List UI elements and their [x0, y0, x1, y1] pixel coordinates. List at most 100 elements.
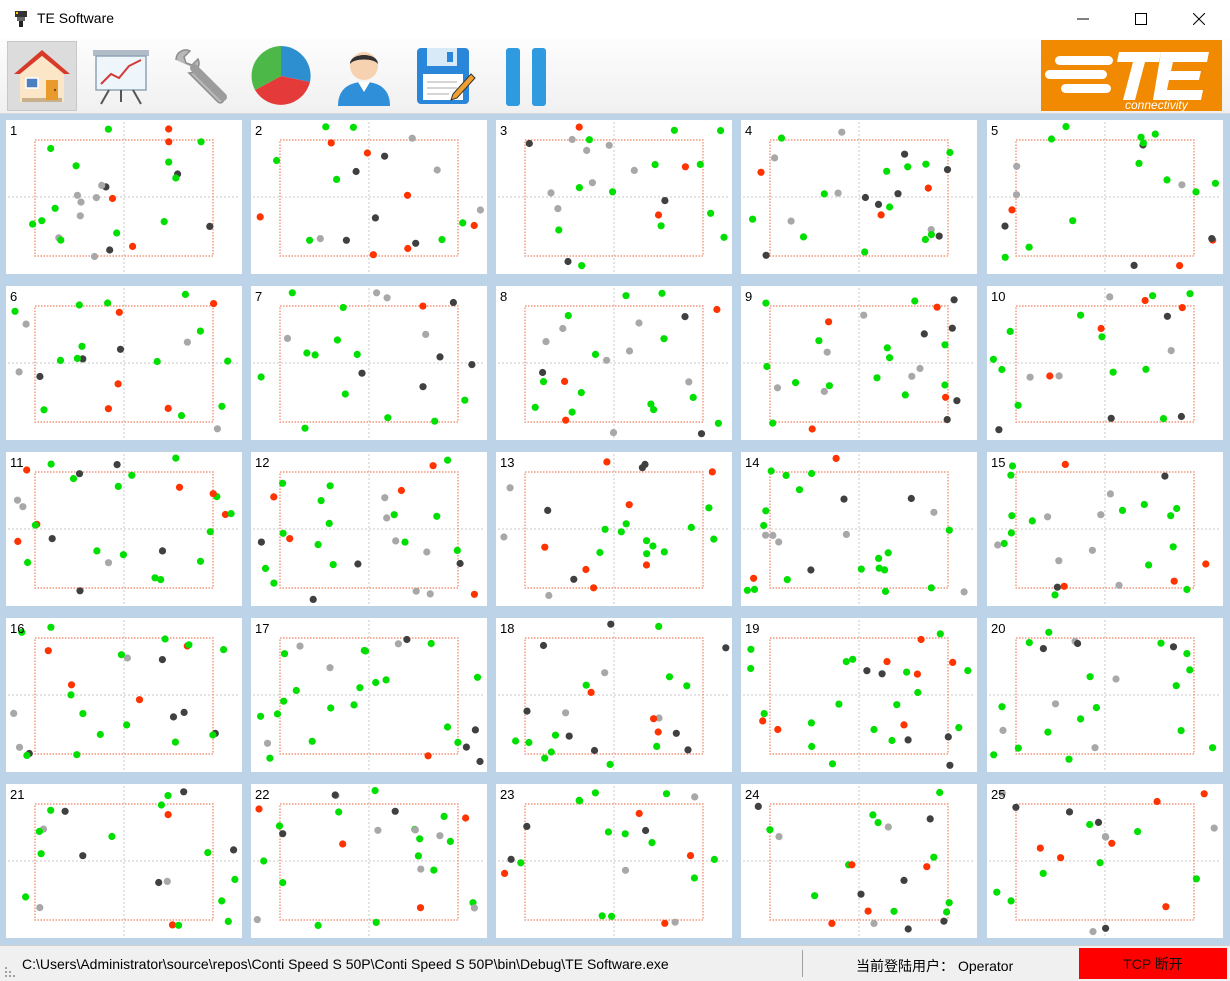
data-point [424, 752, 432, 760]
close-button[interactable] [1170, 0, 1228, 38]
data-point [158, 656, 166, 664]
sensor-panel[interactable]: 24 [741, 784, 977, 938]
data-point [900, 721, 908, 729]
sensor-panel[interactable]: 3 [496, 120, 732, 274]
data-point [653, 742, 661, 750]
data-point [577, 389, 585, 397]
current-user-text: 当前登陆用户： Operator [852, 956, 1013, 976]
data-point [544, 506, 552, 514]
data-point [169, 713, 178, 721]
home-button[interactable] [7, 41, 77, 111]
save-button[interactable] [410, 41, 480, 111]
data-point [691, 793, 699, 801]
data-point [1077, 715, 1085, 723]
sensor-panel[interactable]: 9 [741, 286, 977, 440]
data-point [670, 126, 678, 134]
sensor-panel[interactable]: 22 [251, 784, 487, 938]
data-point [1044, 728, 1052, 736]
data-point [1086, 673, 1094, 681]
sensor-panel[interactable]: 14 [741, 452, 977, 606]
data-point [523, 707, 531, 715]
data-point [1169, 543, 1177, 551]
user-button[interactable] [329, 41, 399, 111]
data-point [888, 736, 896, 745]
data-point [777, 134, 786, 142]
sensor-panel[interactable]: 25 [987, 784, 1223, 938]
data-point [864, 907, 872, 915]
data-point [209, 731, 217, 739]
data-point [206, 222, 214, 230]
sensor-panel[interactable]: 5 [987, 120, 1223, 274]
data-point [1007, 471, 1015, 479]
data-point [14, 537, 22, 545]
data-point [547, 189, 555, 197]
data-point [155, 878, 163, 887]
data-point [459, 219, 467, 227]
data-point [1161, 472, 1169, 480]
data-point [1008, 512, 1016, 520]
data-point [327, 139, 335, 147]
pause-button[interactable] [491, 41, 561, 111]
panel-number: 12 [255, 455, 270, 470]
sensor-panel[interactable]: 11 [6, 452, 242, 606]
sensor-panel[interactable]: 1 [6, 120, 242, 274]
sensor-panel[interactable]: 23 [496, 784, 732, 938]
sensor-panel[interactable]: 12 [251, 452, 487, 606]
data-point [943, 416, 951, 424]
sensor-panel[interactable]: 15 [987, 452, 1223, 606]
data-point [471, 726, 479, 734]
sensor-panel[interactable]: 21 [6, 784, 242, 938]
sensor-panel[interactable]: 13 [496, 452, 732, 606]
data-point [917, 635, 925, 644]
data-point [314, 921, 322, 929]
data-point [531, 403, 539, 411]
data-point [36, 904, 44, 912]
data-point [964, 667, 972, 675]
panel-number: 4 [745, 123, 753, 138]
chart-button[interactable] [86, 41, 156, 111]
sensor-panel[interactable]: 20 [987, 618, 1223, 772]
data-point [651, 161, 659, 169]
sensor-panel[interactable]: 8 [496, 286, 732, 440]
sensor-panel[interactable]: 4 [741, 120, 977, 274]
data-point [311, 351, 319, 359]
data-point [930, 853, 938, 861]
data-point [500, 533, 508, 541]
maximize-button[interactable] [1112, 0, 1170, 38]
data-point [654, 211, 663, 219]
minimize-button[interactable] [1054, 0, 1112, 38]
data-point [622, 520, 630, 528]
data-point [181, 290, 189, 298]
data-point [416, 835, 424, 843]
data-point [168, 921, 177, 929]
data-point [440, 812, 448, 820]
data-point [177, 412, 186, 420]
data-point [372, 918, 380, 926]
data-point [877, 211, 885, 219]
sensor-panel[interactable]: 2 [251, 120, 487, 274]
data-point [292, 686, 300, 695]
data-point [598, 912, 606, 920]
data-point [326, 482, 334, 490]
sensor-panel[interactable]: 17 [251, 618, 487, 772]
data-point [1028, 517, 1036, 525]
data-point [630, 166, 638, 174]
data-point [760, 710, 768, 718]
sensor-panel[interactable]: 19 [741, 618, 977, 772]
data-point [878, 670, 886, 678]
data-point [568, 135, 576, 144]
data-point [279, 529, 287, 537]
resize-grip-icon[interactable] [4, 964, 16, 978]
data-point [900, 876, 908, 884]
data-point [924, 184, 932, 192]
statistics-button[interactable] [246, 41, 316, 111]
sensor-panel[interactable]: 10 [987, 286, 1223, 440]
logo-connectivity-text: connectivity [1125, 98, 1189, 111]
sensor-panel[interactable]: 18 [496, 618, 732, 772]
sensor-panel[interactable]: 6 [6, 286, 242, 440]
settings-button[interactable] [165, 41, 235, 111]
data-point [117, 651, 125, 659]
scatter-plot [498, 122, 730, 272]
sensor-panel[interactable]: 16 [6, 618, 242, 772]
sensor-panel[interactable]: 7 [251, 286, 487, 440]
